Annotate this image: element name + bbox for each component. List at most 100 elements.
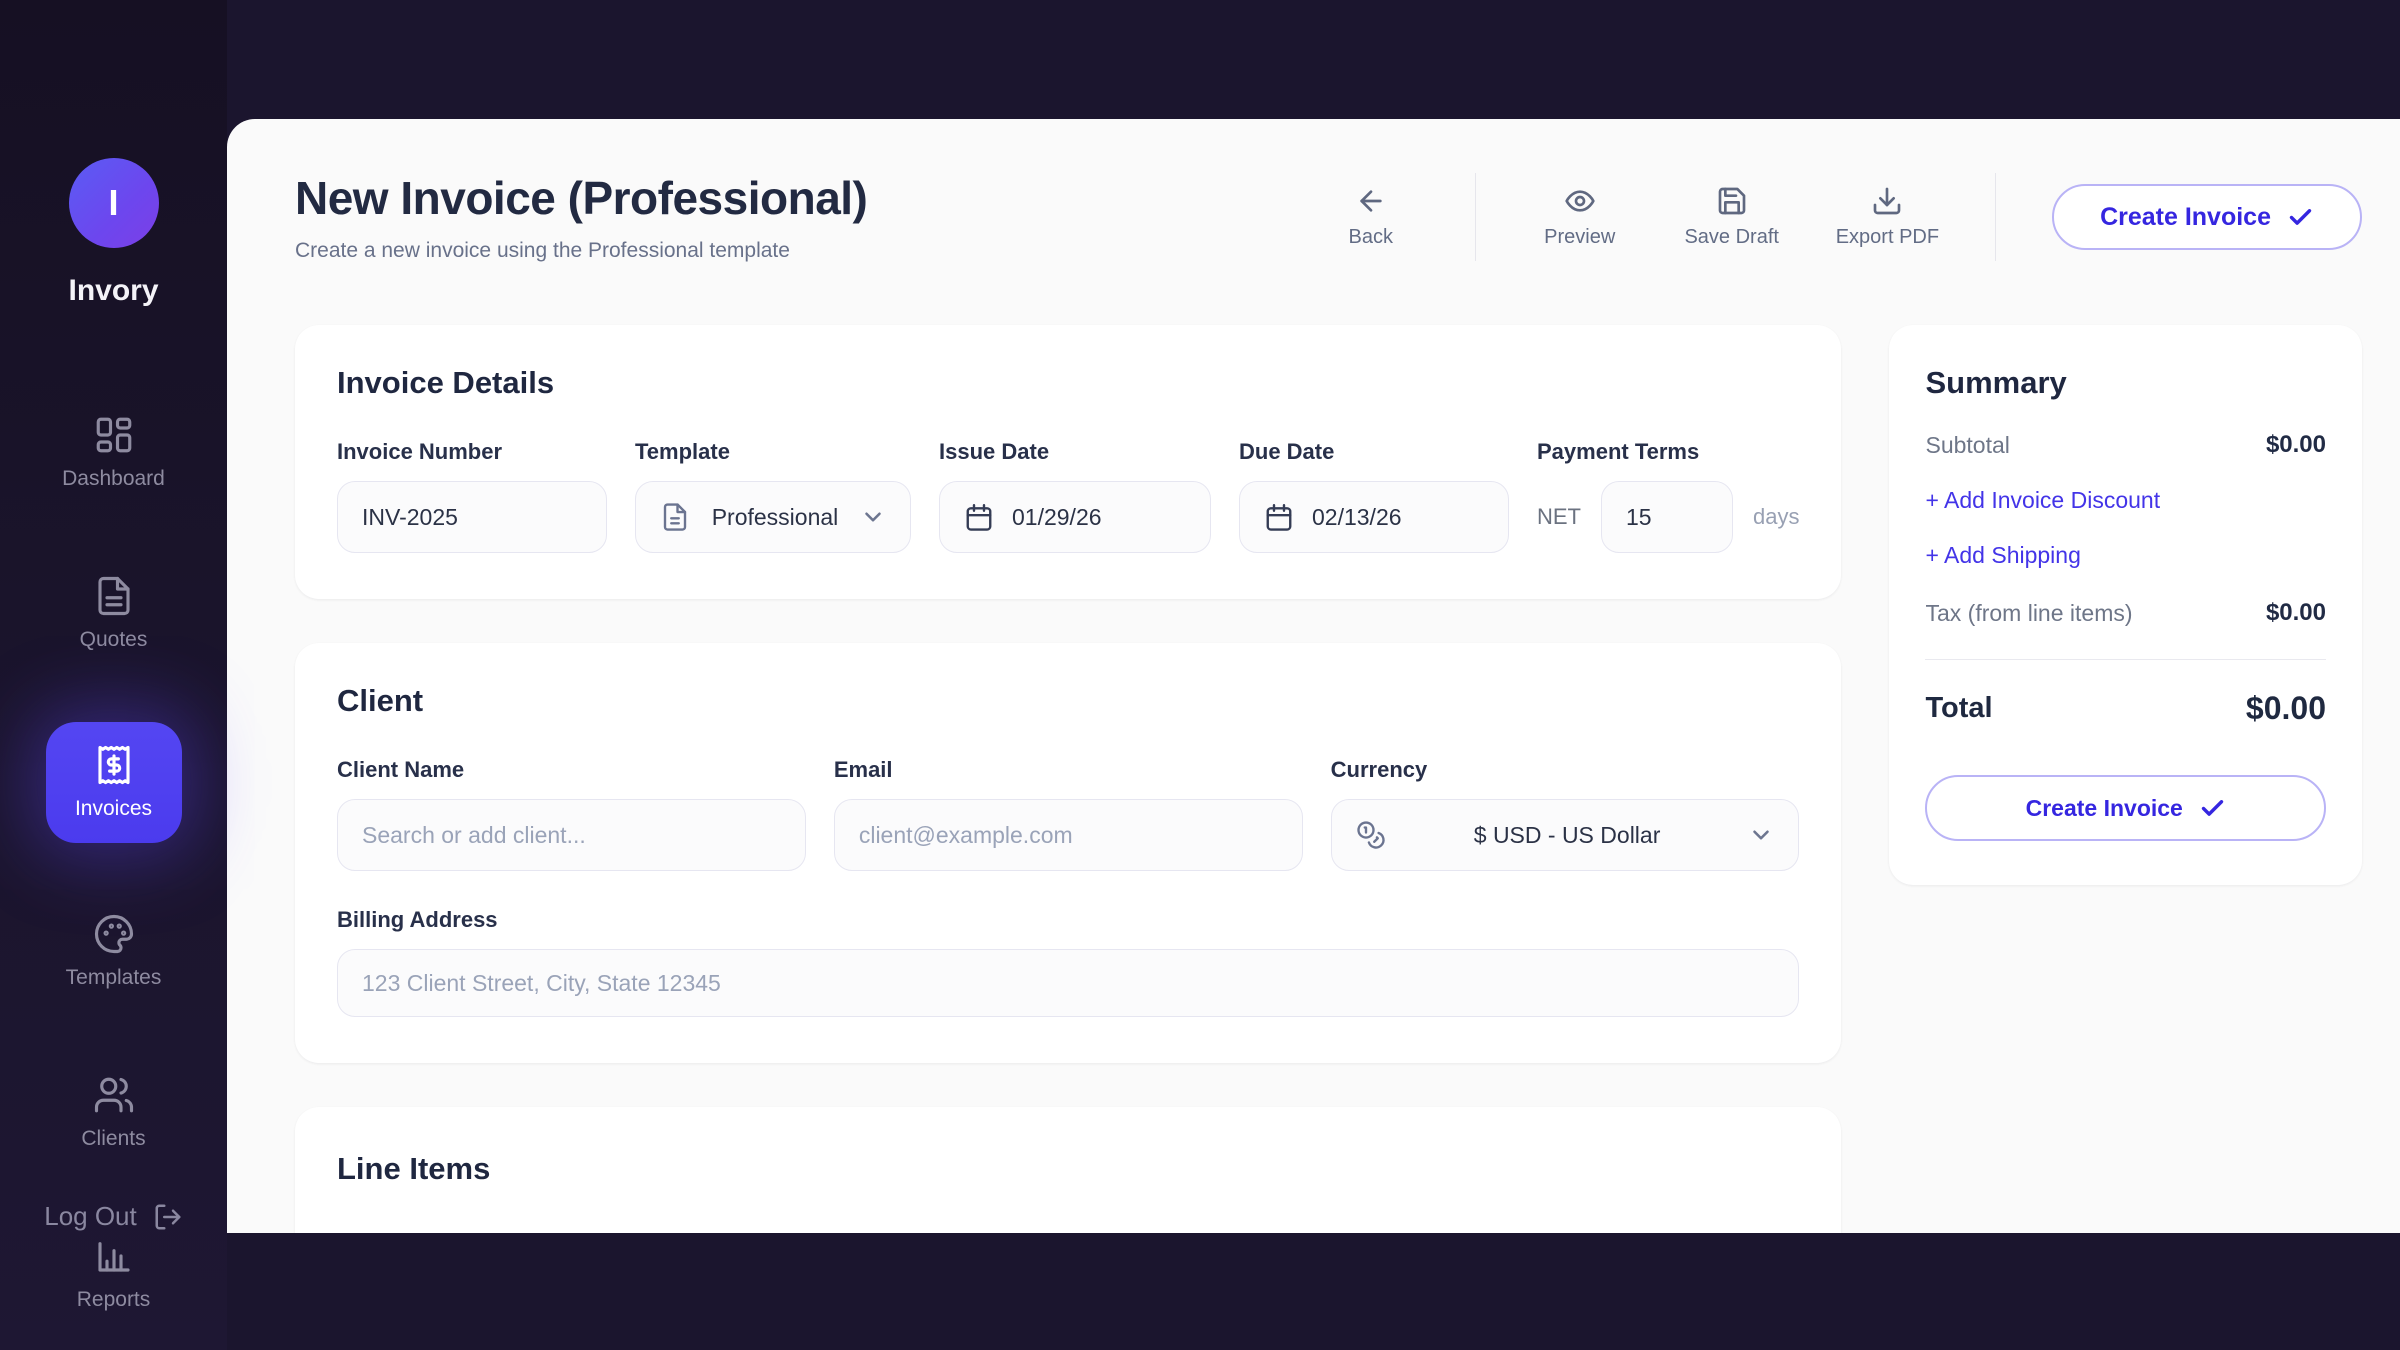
create-invoice-summary-button[interactable]: Create Invoice	[1925, 775, 2326, 841]
template-value: Professional	[712, 504, 839, 531]
sidebar-item-label: Templates	[66, 966, 162, 990]
billing-address-field: Billing Address	[337, 907, 1799, 1017]
export-pdf-label: Export PDF	[1836, 226, 1939, 249]
sidebar-item-label: Dashboard	[62, 467, 165, 491]
total-label: Total	[1925, 692, 1992, 725]
days-suffix: days	[1753, 504, 1799, 530]
template-field: Template Professional	[635, 439, 911, 553]
billing-address-label: Billing Address	[337, 907, 1799, 933]
due-date-field: Due Date 02/13/26	[1239, 439, 1509, 553]
page-title: New Invoice (Professional)	[295, 171, 867, 225]
currency-value: $ USD - US Dollar	[1474, 822, 1661, 849]
page-header-text: New Invoice (Professional) Create a new …	[295, 171, 867, 263]
sidebar: I Invory Dashboard Quotes Invoices Templ…	[0, 0, 227, 1350]
calendar-icon	[1264, 502, 1294, 532]
issue-date-picker[interactable]: 01/29/26	[939, 481, 1211, 553]
subtotal-row: Subtotal $0.00	[1925, 431, 2326, 459]
quotes-icon	[93, 575, 135, 617]
client-heading: Client	[337, 683, 1799, 719]
client-name-label: Client Name	[337, 757, 806, 783]
currency-select[interactable]: $ USD - US Dollar	[1331, 799, 1800, 871]
save-draft-label: Save Draft	[1684, 226, 1778, 249]
invoice-details-fields: Invoice Number Template Professional Iss…	[337, 439, 1799, 553]
page-header: New Invoice (Professional) Create a new …	[295, 171, 2362, 263]
client-name-input[interactable]	[337, 799, 806, 871]
due-date-label: Due Date	[1239, 439, 1509, 465]
eye-icon	[1564, 185, 1596, 217]
issue-date-field: Issue Date 01/29/26	[939, 439, 1211, 553]
app-name: Invory	[68, 274, 158, 308]
logout-icon	[153, 1202, 183, 1232]
sidebar-item-label: Invoices	[75, 797, 152, 821]
payment-terms-field: Payment Terms NET days	[1537, 439, 1799, 553]
payment-terms-input[interactable]	[1601, 481, 1733, 553]
line-items-card: Line Items	[295, 1107, 1841, 1233]
clients-icon	[93, 1074, 135, 1116]
due-date-picker[interactable]: 02/13/26	[1239, 481, 1509, 553]
calendar-icon	[964, 502, 994, 532]
sidebar-item-invoices[interactable]: Invoices	[46, 722, 182, 843]
templates-icon	[93, 913, 135, 955]
email-label: Email	[834, 757, 1303, 783]
divider	[1475, 173, 1476, 261]
net-prefix: NET	[1537, 504, 1581, 530]
billing-address-input[interactable]	[337, 949, 1799, 1017]
sidebar-item-templates[interactable]: Templates	[46, 899, 182, 1004]
check-icon	[2287, 204, 2314, 231]
back-button[interactable]: Back	[1323, 185, 1419, 249]
sidebar-item-label: Reports	[77, 1288, 151, 1312]
sidebar-item-reports[interactable]: Reports	[46, 1221, 182, 1326]
invoice-number-label: Invoice Number	[337, 439, 607, 465]
sidebar-item-dashboard[interactable]: Dashboard	[46, 400, 182, 505]
header-actions: Back Preview Save Draft Export PDF Creat…	[1323, 173, 2362, 261]
divider	[1925, 659, 2326, 660]
summary-heading: Summary	[1925, 365, 2326, 401]
logout-label: Log Out	[44, 1201, 137, 1232]
add-shipping-link[interactable]: + Add Shipping	[1925, 542, 2326, 569]
template-select[interactable]: Professional	[635, 481, 911, 553]
subtotal-label: Subtotal	[1925, 432, 2009, 459]
payment-terms-row: NET days	[1537, 481, 1799, 553]
invoices-icon	[93, 744, 135, 786]
currency-label: Currency	[1331, 757, 1800, 783]
check-icon	[2199, 795, 2226, 822]
sidebar-item-label: Quotes	[80, 628, 148, 652]
template-label: Template	[635, 439, 911, 465]
create-invoice-label: Create Invoice	[2026, 795, 2183, 822]
sidebar-item-label: Clients	[81, 1127, 145, 1151]
summary-card: Summary Subtotal $0.00 + Add Invoice Dis…	[1889, 325, 2362, 885]
tax-label: Tax (from line items)	[1925, 600, 2132, 627]
email-input[interactable]	[834, 799, 1303, 871]
sidebar-item-quotes[interactable]: Quotes	[46, 561, 182, 666]
page-subtitle: Create a new invoice using the Professio…	[295, 239, 867, 263]
client-name-field: Client Name	[337, 757, 806, 871]
payment-terms-label: Payment Terms	[1537, 439, 1799, 465]
due-date-value: 02/13/26	[1312, 504, 1402, 531]
add-discount-link[interactable]: + Add Invoice Discount	[1925, 487, 2326, 514]
issue-date-value: 01/29/26	[1012, 504, 1102, 531]
invoice-details-card: Invoice Details Invoice Number Template …	[295, 325, 1841, 599]
back-label: Back	[1348, 226, 1392, 249]
total-row: Total $0.00	[1925, 690, 2326, 727]
file-text-icon	[660, 502, 690, 532]
sidebar-item-clients[interactable]: Clients	[46, 1060, 182, 1165]
reports-icon	[93, 1235, 135, 1277]
coins-icon	[1356, 820, 1386, 850]
currency-field: Currency $ USD - US Dollar	[1331, 757, 1800, 871]
sidebar-nav: Dashboard Quotes Invoices Templates Clie…	[46, 400, 182, 1326]
save-icon	[1716, 185, 1748, 217]
invoice-number-field: Invoice Number	[337, 439, 607, 553]
app-logo: I	[69, 158, 159, 248]
download-icon	[1871, 185, 1903, 217]
tax-row: Tax (from line items) $0.00	[1925, 599, 2326, 627]
preview-button[interactable]: Preview	[1532, 185, 1628, 249]
save-draft-button[interactable]: Save Draft	[1684, 185, 1780, 249]
main-content: New Invoice (Professional) Create a new …	[227, 119, 2400, 1233]
export-pdf-button[interactable]: Export PDF	[1836, 185, 1939, 249]
invoice-number-input[interactable]	[337, 481, 607, 553]
invoice-details-heading: Invoice Details	[337, 365, 1799, 401]
logout-button[interactable]: Log Out	[44, 1201, 183, 1232]
create-invoice-button[interactable]: Create Invoice	[2052, 184, 2362, 250]
client-fields: Client Name Email Currency $ USD - US Do…	[337, 757, 1799, 871]
email-field: Email	[834, 757, 1303, 871]
